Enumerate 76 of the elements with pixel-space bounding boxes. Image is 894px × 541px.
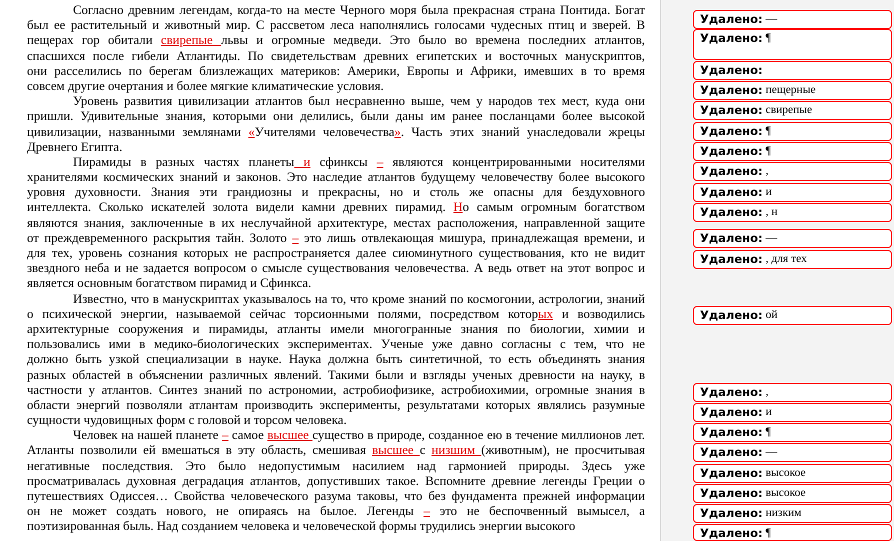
balloon-label: Удалено: xyxy=(700,525,763,541)
text-line: Пирамиды в разных частях планеты и сфинксы – являются концентрированными носителями xyxy=(72,154,645,170)
text-line: для тех, уровень сознания которых не распространяется далее сиюминутного существования, кто не видит xyxy=(27,246,645,262)
deleted-text: высокое xyxy=(766,466,806,481)
text-line: Согласно древним легендам, когда-то на месте Черного моря была прекрасная страна Понтида. Богат xyxy=(72,3,645,18)
text-line: пришли. Удивительные знания, которыми они делились, были даны им ранее посланцами более высокой xyxy=(27,109,645,124)
balloon-label: Удалено: xyxy=(700,404,763,420)
balloon-label: Удалено: xyxy=(700,184,763,200)
text-line: пещерах гор обитали свирепые львы и огромные медведи. Это было во времена последних атлантов, xyxy=(27,33,645,49)
text-line: они расселились по берегам близлежащих материков: Америки, Европы и Африки, имевших в то время xyxy=(27,64,645,79)
text-line: путешествиях Одиссея… Свойства человеческого разума таковы, что без фундамента прежней информации xyxy=(27,489,645,504)
text-line: негативные последствия. Это было недопустимым насилием над гармонией природы. Здесь уже xyxy=(27,458,645,474)
text-line: Человек на нашей планете – самое высшее существо в природе, созданное ею в течение миллионов лет. xyxy=(72,428,645,444)
balloon-label: Удалено: xyxy=(700,30,763,46)
deleted-text: , для тех xyxy=(766,252,807,267)
text-line: от преждевременного раскрытия тайн. Золото – это лишь отвлекающая мишура, принадлежащая времени, и xyxy=(27,230,645,246)
deleted-text: ¶ xyxy=(766,31,771,46)
deleted-text: ¶ xyxy=(766,124,771,139)
deleted-text: ¶ xyxy=(766,425,771,440)
text-line: просматривалась духовная деградация атлантов, допустивших такое. Вспомните древние легенды Греции о xyxy=(27,474,645,489)
text-line: цивилизации, названными землянами «Учителями человечества». Часть этих знаний унаследовали жрецы xyxy=(27,124,645,140)
deleted-text: высокое xyxy=(766,486,806,501)
deleted-text: пещерные xyxy=(766,83,816,98)
text-line: совсем другие очертания и более мягкие климатические условия. xyxy=(27,78,385,94)
deleted-text: , xyxy=(766,164,768,179)
text-line: Известно, что в манускриптах указывалось на то, что кроме знаний по космогонии, астрологии, знаний xyxy=(72,292,645,307)
balloon-label: Удалено: xyxy=(700,143,763,159)
balloon-label: Удалено: xyxy=(700,163,763,179)
text-line: являются знания, заключенные в их неслучайной архитектуре, местах расположения, направленной защите xyxy=(27,216,645,231)
text-line: звездного неба и не задается вопросом о смысле существования человечества. А ведь ответ на этот вопрос и xyxy=(27,261,645,276)
deleted-text: , xyxy=(766,385,768,400)
text-line: является основным богатством пирамид и Сфинкса. xyxy=(27,276,312,292)
balloon-label: Удалено: xyxy=(700,251,763,267)
deleted-text: ой xyxy=(766,308,778,323)
balloon-label: Удалено: xyxy=(700,123,763,139)
balloon-label: Удалено: xyxy=(700,11,763,27)
text-line: уровня духовности. Знания эти грандиозны и прекрасны, но и столь же опасны для бездуховного xyxy=(27,185,645,200)
text-line: Атланты позволили ей вмешаться в эту область, смешивая высшее с низшим (животным), не просчитывая xyxy=(27,443,645,459)
text-line: Древнего Египта. xyxy=(27,140,124,155)
text-line: разных областей в объяснении различных явлений. Такими были и взгляды ученых древности на науку, в xyxy=(27,368,645,383)
text-line: Уровень развития цивилизации атлантов был несравненно выше, чем у народов тех мест, куда они xyxy=(72,94,645,110)
balloon-label: Удалено: xyxy=(700,230,763,246)
text-line: интеллекта. Сколько искателей золота видели камни древних пирамид. Но самым огромным богатством xyxy=(27,200,645,216)
deleted-text: — xyxy=(766,12,778,27)
deleted-text: и xyxy=(766,405,772,420)
deleted-text: и xyxy=(766,185,772,200)
text-line: должно быть узкой специализации в науке. Наука должна быть синтетичной, то есть объединять знания xyxy=(27,352,645,368)
deleted-text: — xyxy=(766,231,778,246)
text-line: был ее растительный и животный мир. С рассветом леса наполнялись голосами чудесных птиц и зверей. В xyxy=(27,18,645,34)
deleted-text: ¶ xyxy=(766,526,771,541)
deleted-text: , н xyxy=(766,205,778,220)
balloon-label: Удалено: xyxy=(700,307,763,323)
text-line: сущности чудовищных форм с головой и торсом человека. xyxy=(27,413,348,428)
text-line: о психической энергии, называемой сейчас торсионными полями, посредством которых и возводились xyxy=(27,306,645,322)
text-line: архитектурные сооружения и пирамиды, атланты имели многогранные знания по биологии, химии и xyxy=(27,322,645,338)
text-line: он не может создать нового, не опираясь на былое. Легенды – это не беспочвенный вымысел, а xyxy=(27,504,645,520)
deleted-text: свирепые xyxy=(766,103,812,118)
balloon-label: Удалено: xyxy=(700,424,763,440)
balloon-label: Удалено: xyxy=(700,505,763,521)
balloon-label: Удалено: xyxy=(700,204,763,220)
text-line: поэтизированная быль. Над созданием человека и человеческой формы трудились энергии высокого xyxy=(27,519,576,535)
text-line: спасшихся после гибели Атлантиды. По свидетельствам древних египетских и восточных манускриптов, xyxy=(27,48,645,64)
deleted-text: низким xyxy=(766,506,802,521)
balloon-label: Удалено: xyxy=(700,465,763,481)
balloon-label: Удалено: xyxy=(700,82,763,98)
text-line: пользовались ими в медико-биологических экспериментах. Ученые уже давно согласны с тем, что не xyxy=(27,337,645,352)
text-line: области энергий позволяли атлантам производить эксперименты, результатами которых являлись разумные xyxy=(27,398,645,414)
balloon-label: Удалено: xyxy=(700,485,763,501)
balloon-label: Удалено: xyxy=(700,384,763,400)
deleted-text: ¶ xyxy=(766,144,771,159)
deleted-text: — xyxy=(766,445,778,460)
balloon-label: Удалено: xyxy=(700,62,763,78)
text-line: частности у атлантов. Синтез знаний по астрономии, астробиофизике, астробиохимии, огромные знания в xyxy=(27,382,645,398)
balloon-label: Удалено: xyxy=(700,102,763,118)
text-line: хранителями космических знаний и законов. Это наследие атлантов будущему человечеству более высокого xyxy=(27,170,645,186)
balloon-label: Удалено: xyxy=(700,444,763,460)
